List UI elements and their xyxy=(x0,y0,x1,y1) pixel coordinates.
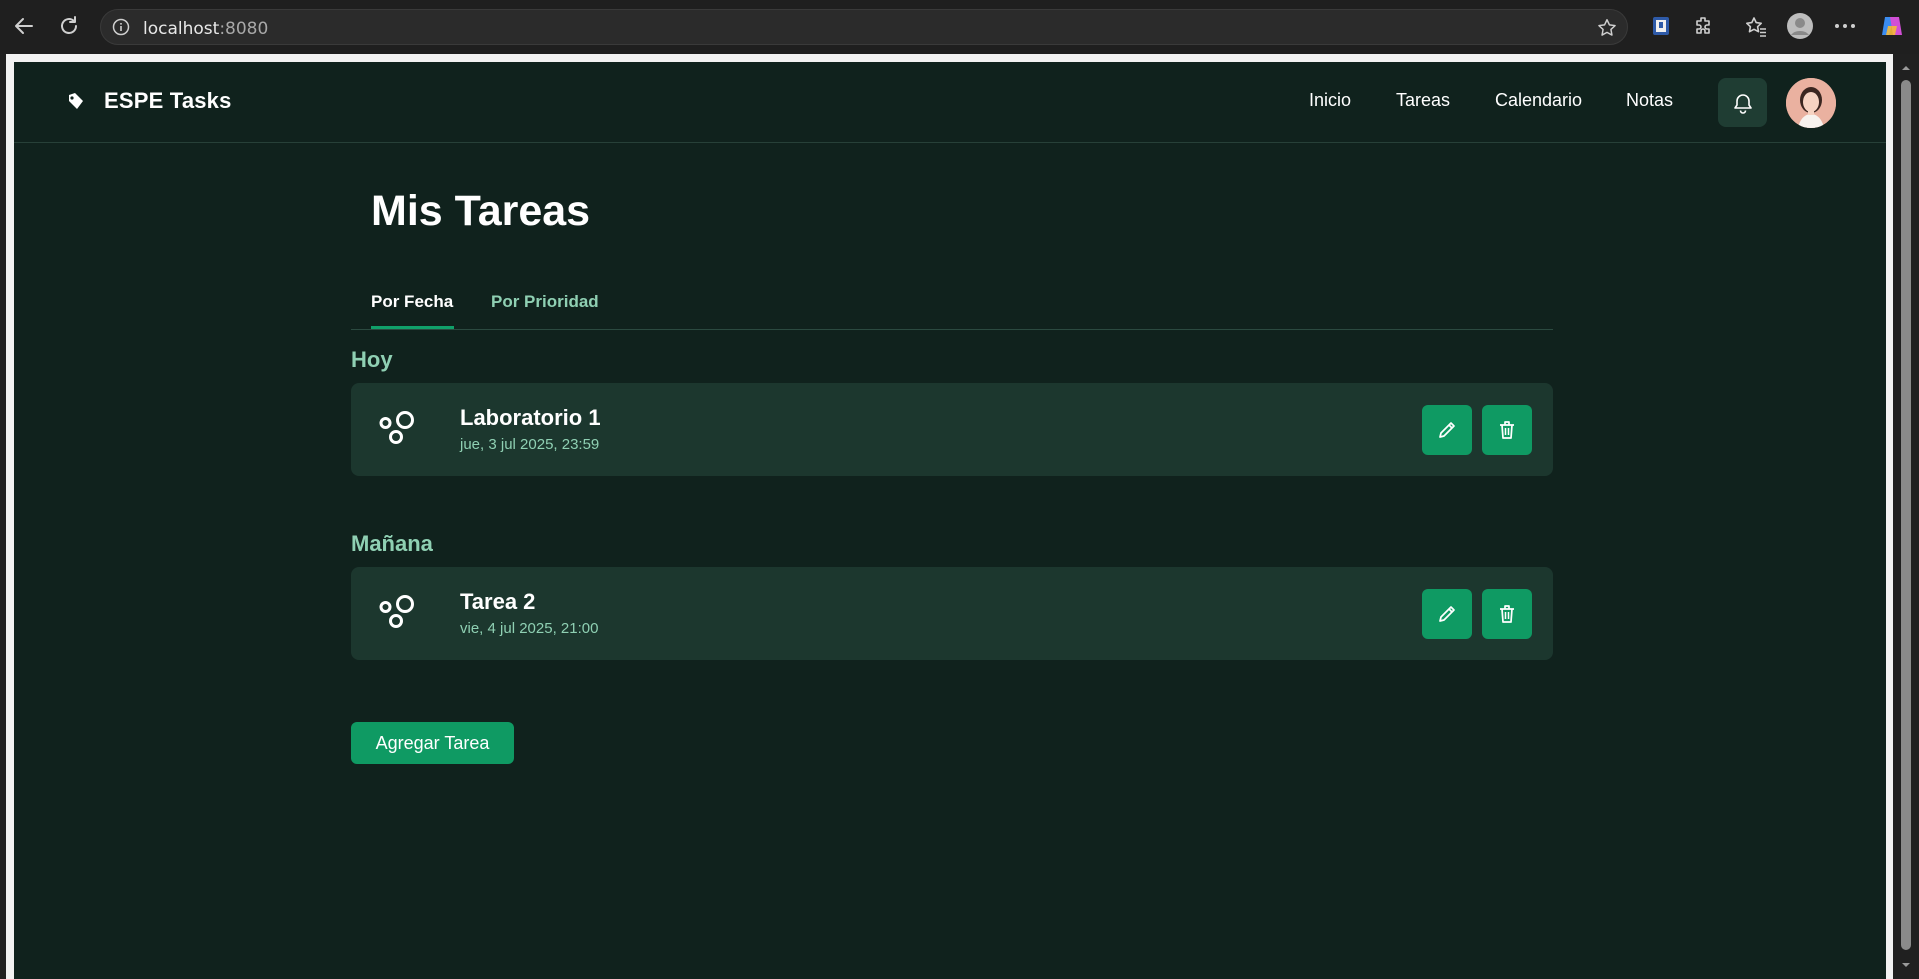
browser-viewport: ESPE Tasks Inicio Tareas Calendario Nota… xyxy=(6,54,1893,979)
url-text: localhost:8080 xyxy=(143,19,268,39)
brand-name: ESPE Tasks xyxy=(104,88,232,113)
nav-notas[interactable]: Notas xyxy=(1626,90,1673,111)
url-host: localhost xyxy=(143,19,220,39)
back-icon[interactable] xyxy=(8,10,40,42)
active-tab-indicator xyxy=(371,326,454,329)
copilot-icon[interactable] xyxy=(1876,10,1908,42)
tab-por-fecha[interactable]: Por Fecha xyxy=(371,292,453,312)
star-icon[interactable] xyxy=(1595,16,1619,40)
task-card[interactable]: Laboratorio 1 jue, 3 jul 2025, 23:59 xyxy=(351,383,1553,476)
bell-icon xyxy=(1733,93,1752,114)
more-icon[interactable] xyxy=(1829,10,1861,42)
browser-toolbar: localhost:8080 xyxy=(0,0,1919,54)
trash-icon xyxy=(1500,421,1514,439)
bubbles-icon xyxy=(379,595,414,628)
profile-icon[interactable] xyxy=(1784,10,1816,42)
nav-tareas[interactable]: Tareas xyxy=(1396,90,1450,111)
scroll-down-icon[interactable] xyxy=(1900,959,1912,971)
pencil-icon xyxy=(1439,606,1455,622)
notifications-button[interactable] xyxy=(1718,78,1767,127)
page-title: Mis Tareas xyxy=(371,187,591,235)
task-title: Laboratorio 1 xyxy=(460,405,601,430)
avatar[interactable] xyxy=(1786,78,1836,128)
delete-task-button[interactable] xyxy=(1482,405,1532,455)
group-title-manana: Mañana xyxy=(351,531,433,556)
puzzle-icon[interactable] xyxy=(1688,10,1720,42)
app-header: ESPE Tasks Inicio Tareas Calendario Nota… xyxy=(14,62,1886,143)
edit-task-button[interactable] xyxy=(1422,589,1472,639)
extension-icon[interactable] xyxy=(1645,10,1677,42)
add-task-button[interactable]: Agregar Tarea xyxy=(351,722,514,764)
task-date: jue, 3 jul 2025, 23:59 xyxy=(460,436,600,453)
app-page: ESPE Tasks Inicio Tareas Calendario Nota… xyxy=(14,62,1886,979)
brand[interactable]: ESPE Tasks xyxy=(64,88,232,114)
pencil-icon xyxy=(1439,422,1455,438)
tabs: Por Fecha Por Prioridad xyxy=(351,272,1553,330)
favorites-icon[interactable] xyxy=(1740,10,1772,42)
nav-inicio[interactable]: Inicio xyxy=(1309,90,1351,111)
group-title-hoy: Hoy xyxy=(351,347,393,372)
scroll-up-icon[interactable] xyxy=(1900,62,1912,74)
delete-task-button[interactable] xyxy=(1482,589,1532,639)
tag-icon xyxy=(64,90,86,112)
edit-task-button[interactable] xyxy=(1422,405,1472,455)
info-icon[interactable] xyxy=(111,17,131,37)
task-title: Tarea 2 xyxy=(460,589,536,614)
bubbles-icon xyxy=(379,411,414,444)
tab-por-prioridad[interactable]: Por Prioridad xyxy=(491,292,599,312)
task-card[interactable]: Tarea 2 vie, 4 jul 2025, 21:00 xyxy=(351,567,1553,660)
trash-icon xyxy=(1500,605,1514,623)
nav-calendario[interactable]: Calendario xyxy=(1495,90,1582,111)
scrollbar-thumb[interactable] xyxy=(1901,80,1911,950)
address-bar[interactable]: localhost:8080 xyxy=(100,9,1628,45)
scrollbar[interactable] xyxy=(1893,54,1919,979)
url-port: :8080 xyxy=(219,19,269,39)
reload-icon[interactable] xyxy=(53,10,85,42)
task-date: vie, 4 jul 2025, 21:00 xyxy=(460,620,599,637)
